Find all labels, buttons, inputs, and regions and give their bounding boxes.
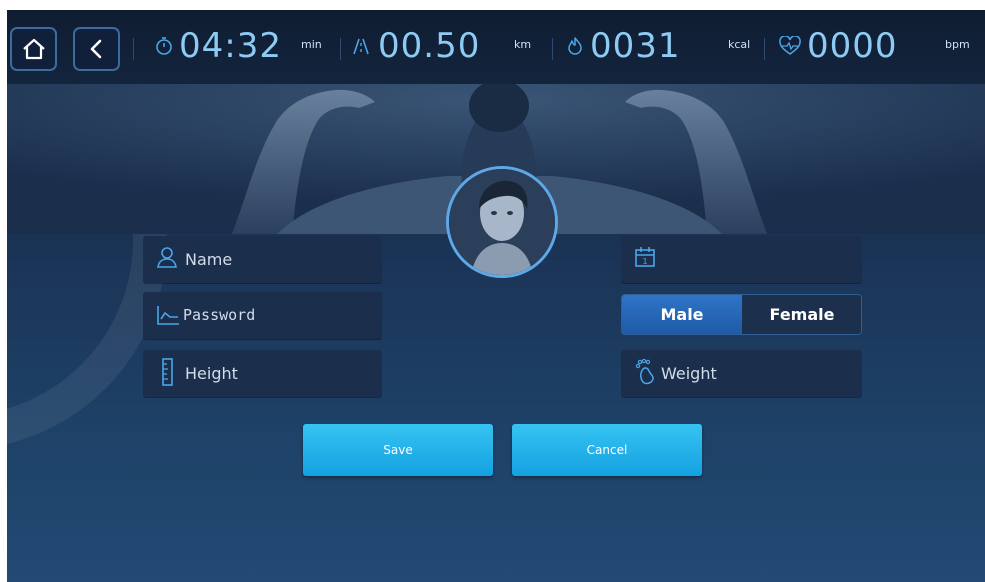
svg-text:1: 1 (642, 257, 647, 266)
cancel-button[interactable]: Cancel (512, 424, 702, 476)
stopwatch-icon (156, 37, 172, 55)
back-button[interactable] (73, 27, 120, 71)
ruler-icon (162, 358, 173, 386)
heart-rate-value: 0000 (807, 26, 898, 66)
female-option[interactable]: Female (742, 295, 861, 334)
name-field[interactable]: Name (143, 236, 382, 283)
password-field[interactable]: Password (143, 292, 382, 339)
password-placeholder: Password (183, 306, 256, 324)
chart-line-icon (157, 306, 179, 325)
road-icon (353, 38, 369, 55)
height-placeholder: Height (185, 364, 238, 383)
height-field[interactable]: Height (143, 350, 382, 397)
male-option[interactable]: Male (622, 295, 742, 334)
app-screen: 04:32 min 00.50 km 0031 kcal 0000 bpm Na… (7, 10, 985, 582)
heart-pulse-icon (779, 36, 801, 55)
distance-unit: km (514, 38, 532, 51)
distance-value: 00.50 (378, 26, 481, 66)
weight-field[interactable]: Weight (621, 350, 862, 397)
flame-icon (568, 37, 582, 55)
home-button[interactable] (10, 27, 57, 71)
gender-toggle: Male Female (621, 294, 862, 335)
time-unit: min (301, 38, 322, 51)
birthday-field[interactable]: 1 (621, 236, 862, 283)
home-icon (23, 38, 45, 60)
status-bar: 04:32 min 00.50 km 0031 kcal 0000 bpm (7, 10, 985, 85)
name-placeholder: Name (185, 250, 233, 269)
save-button[interactable]: Save (303, 424, 493, 476)
calories-value: 0031 (590, 26, 681, 66)
weight-placeholder: Weight (661, 364, 717, 383)
back-chevron-icon (90, 39, 102, 59)
calendar-icon: 1 (635, 247, 655, 267)
calories-unit: kcal (728, 38, 751, 51)
avatar-photo (449, 169, 555, 275)
profile-avatar[interactable] (446, 166, 558, 278)
user-icon (157, 247, 177, 268)
time-value: 04:32 (179, 26, 282, 66)
footprint-icon (635, 359, 654, 385)
heart-rate-unit: bpm (945, 38, 970, 51)
